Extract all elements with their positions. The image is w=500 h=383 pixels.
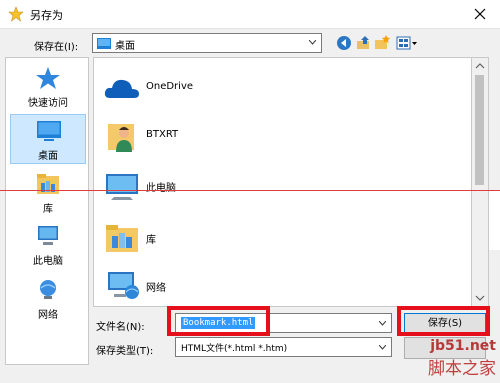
file-name: OneDrive [146, 81, 194, 92]
place-network[interactable]: 网络 [10, 274, 86, 324]
new-folder-icon[interactable] [374, 35, 390, 51]
watermark: jb51.net 脚本之家 [428, 338, 496, 379]
back-icon[interactable] [336, 35, 352, 51]
file-name: 网络 [146, 283, 166, 294]
list-item[interactable]: OneDrive [100, 66, 400, 110]
place-label: 网络 [38, 310, 58, 321]
filetype-dropdown[interactable]: HTML文件(*.html *.htm) [175, 337, 392, 357]
list-item[interactable]: 库 [100, 216, 400, 260]
background-window-edge [489, 190, 500, 250]
place-this-pc[interactable]: 此电脑 [10, 220, 86, 270]
library-icon [37, 174, 59, 194]
scroll-down-icon[interactable] [475, 294, 485, 302]
place-quick-access[interactable]: 快速访问 [10, 62, 86, 112]
file-name: BTXRT [146, 129, 179, 140]
place-label: 桌面 [38, 151, 58, 162]
annotation-line [0, 190, 500, 191]
chevron-down-icon [379, 345, 386, 350]
place-desktop[interactable]: 桌面 [10, 114, 86, 164]
watermark-name: 脚本之家 [428, 359, 496, 379]
computer-icon [106, 174, 138, 200]
annotation-box-save [397, 306, 490, 336]
lookin-label: 保存在(I): [34, 42, 79, 53]
filetype-value: HTML文件(*.html *.htm) [181, 344, 288, 354]
network-icon [108, 272, 139, 299]
library-icon [106, 225, 138, 252]
chevron-down-icon[interactable] [379, 321, 386, 326]
place-library[interactable]: 库 [10, 168, 86, 218]
list-item[interactable]: 此电脑 [100, 164, 400, 208]
star-icon [36, 67, 60, 89]
save-as-dialog: 另存为 保存在(I): 桌面 快速访问 桌面 库 此电脑 网络 OneDrive… [0, 0, 500, 383]
close-icon[interactable] [470, 4, 490, 24]
user-folder-icon [108, 124, 134, 152]
view-menu-icon[interactable] [396, 35, 418, 51]
title-bar: 另存为 [0, 0, 500, 29]
filename-label: 文件名(N): [96, 322, 145, 333]
network-icon [40, 280, 56, 299]
file-name: 库 [146, 235, 156, 246]
computer-icon [38, 226, 58, 245]
scroll-up-icon[interactable] [475, 62, 485, 70]
watermark-site: jb51.net [430, 338, 496, 354]
filetype-label: 保存类型(T): [96, 346, 154, 357]
annotation-box-filename [167, 306, 270, 336]
up-folder-icon[interactable] [356, 35, 372, 51]
star-icon [8, 6, 24, 22]
file-name: 此电脑 [146, 183, 176, 194]
lookin-value: 桌面 [115, 41, 135, 52]
places-bar: 快速访问 桌面 库 此电脑 网络 [5, 57, 89, 365]
onedrive-icon [104, 79, 139, 98]
place-label: 此电脑 [33, 256, 63, 267]
place-label: 快速访问 [28, 98, 68, 109]
lookin-dropdown[interactable]: 桌面 [92, 33, 322, 53]
file-list[interactable]: OneDrive BTXRT 此电脑 库 网络 [93, 57, 472, 307]
chevron-down-icon [309, 40, 316, 45]
list-item[interactable]: 网络 [100, 264, 400, 306]
place-label: 库 [43, 204, 53, 215]
desktop-icon [37, 121, 61, 141]
list-item[interactable]: BTXRT [100, 114, 400, 158]
scroll-thumb[interactable] [475, 75, 484, 185]
dialog-title: 另存为 [30, 9, 63, 22]
vertical-scrollbar[interactable] [472, 57, 489, 307]
desktop-folder-icon [97, 38, 111, 49]
